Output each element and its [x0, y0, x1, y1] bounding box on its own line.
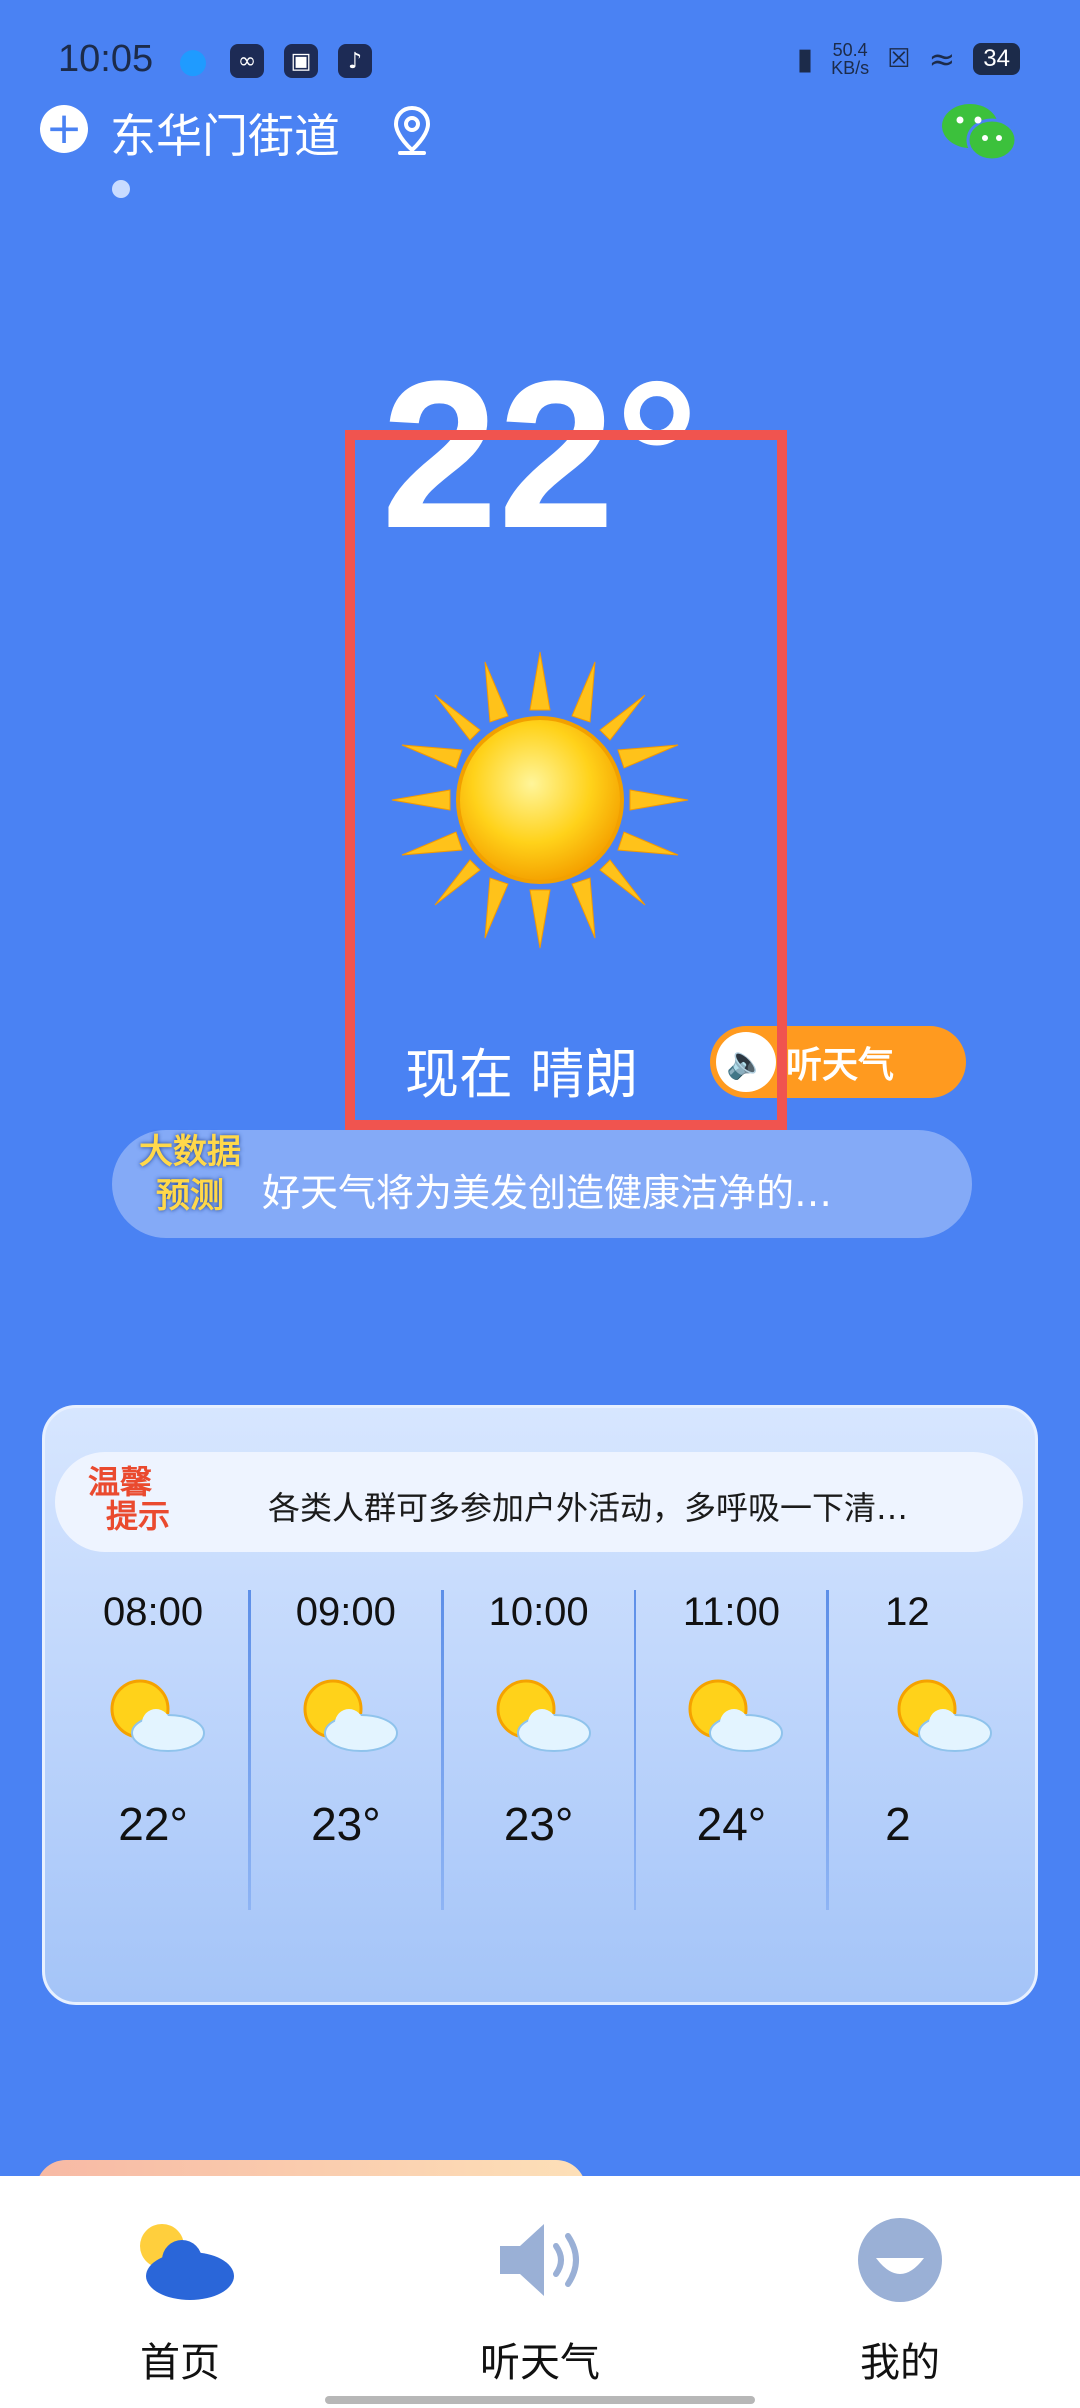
- profile-icon: [858, 2218, 942, 2302]
- status-right: ▮ 50.4 KB/s ☒ ≈ 34: [797, 40, 1020, 78]
- tip-text[interactable]: 各类人群可多参加户外活动，多呼吸一下清…: [268, 1483, 988, 1529]
- wifi-icon: ≈: [928, 40, 956, 78]
- highlight-box: [345, 430, 787, 1130]
- hour-item[interactable]: 12 2: [829, 1590, 1026, 1950]
- browser-icon: ∞: [230, 44, 264, 78]
- nav-profile-label: 我的: [860, 2340, 940, 2386]
- nav-listen[interactable]: 听天气: [480, 2210, 600, 2408]
- hourly-list[interactable]: 08:00 22° 09:00 23° 10:00 23° 11:00 24° …: [58, 1590, 1026, 1950]
- shopping-icon: ▣: [284, 44, 318, 78]
- partly-sunny-icon: [496, 1679, 591, 1752]
- tip-badge: 温馨 提示: [88, 1463, 171, 1535]
- add-city-button[interactable]: +: [40, 105, 88, 153]
- bigdata-badge: 大数据 预测: [139, 1132, 241, 1216]
- bigdata-text[interactable]: 好天气将为美发创造健康洁净的…: [262, 1162, 962, 1217]
- partly-sunny-icon: [303, 1679, 398, 1752]
- qq-icon: ●: [178, 41, 208, 81]
- tiktok-icon: ♪: [338, 44, 372, 78]
- nav-home-label: 首页: [140, 2340, 220, 2386]
- hour-item[interactable]: 11:00 24°: [636, 1590, 826, 1950]
- nav-listen-label: 听天气: [480, 2340, 600, 2386]
- nav-profile[interactable]: 我的: [840, 2210, 960, 2408]
- partly-sunny-icon: [897, 1679, 993, 1752]
- location-pin-icon[interactable]: [392, 106, 432, 156]
- net-speed: 50.4 KB/s: [831, 40, 870, 78]
- bottom-nav: 首页 听天气 我的: [0, 2176, 1080, 2408]
- sim-icon: ☒: [887, 44, 911, 74]
- battery-indicator: 34: [973, 43, 1020, 75]
- listen-weather-label: 听天气: [786, 1045, 895, 1086]
- hour-item[interactable]: 10:00 23°: [444, 1590, 634, 1950]
- status-time: 10:05: [58, 38, 154, 80]
- speaker-icon: [500, 2224, 579, 2296]
- status-app-icons: ● ∞ ▣ ♪: [176, 41, 372, 81]
- home-weather-icon: [140, 2224, 234, 2300]
- hour-item[interactable]: 08:00 22°: [58, 1590, 248, 1950]
- partly-sunny-icon: [110, 1679, 206, 1752]
- wechat-share-icon[interactable]: [940, 100, 1020, 166]
- vibrate-icon: ▮: [796, 41, 814, 77]
- nav-home[interactable]: 首页: [120, 2210, 240, 2408]
- hour-item[interactable]: 09:00 23°: [251, 1590, 441, 1950]
- home-indicator[interactable]: [325, 2396, 755, 2404]
- page-indicator-dot: [112, 180, 130, 198]
- location-title[interactable]: 东华门街道: [110, 100, 340, 166]
- partly-sunny-icon: [688, 1679, 784, 1752]
